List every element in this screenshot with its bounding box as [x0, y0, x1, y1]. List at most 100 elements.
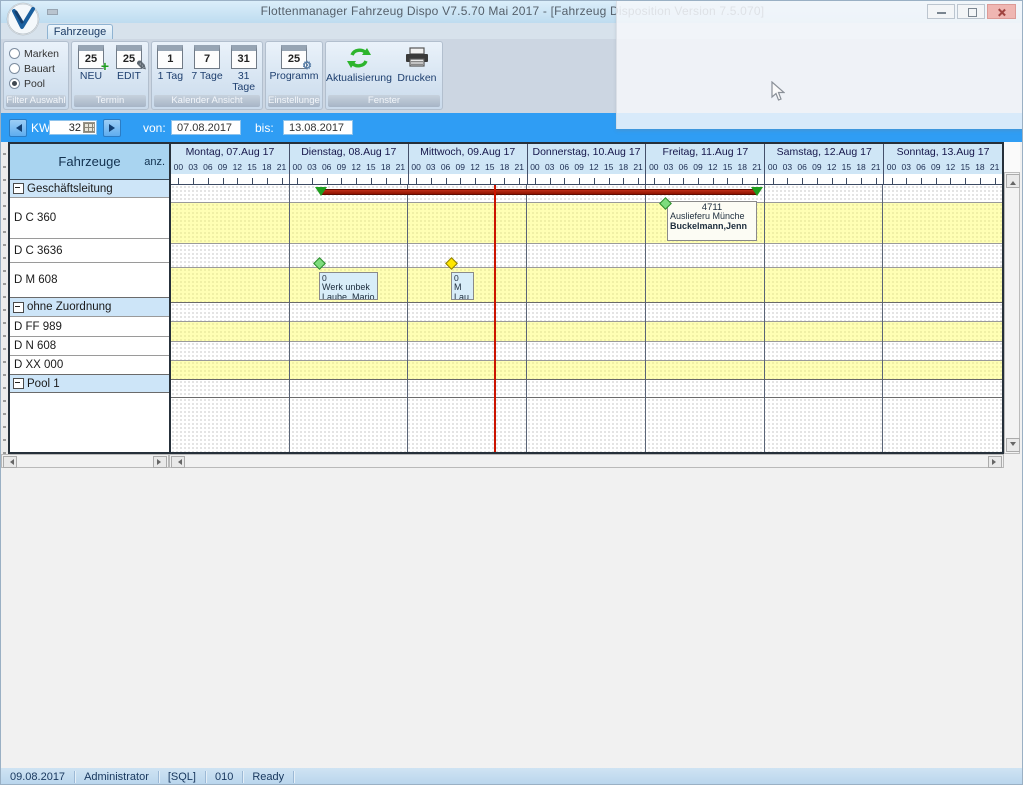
drucken-button[interactable]: Drucken	[392, 45, 442, 84]
hour-label: 06	[914, 161, 929, 174]
maximize-button[interactable]	[957, 4, 985, 19]
collapse-icon[interactable]	[13, 302, 24, 313]
tick-marks	[290, 174, 409, 184]
day-gridline	[407, 185, 408, 452]
timeline-row-d-ff-989[interactable]	[171, 321, 1002, 341]
next-week-button[interactable]	[103, 119, 121, 137]
minimize-button[interactable]	[927, 4, 955, 19]
calendar-gear-badge: 25	[288, 53, 300, 65]
tick-icon	[393, 174, 408, 184]
timeline-row-d-c-360[interactable]	[171, 202, 1002, 243]
tick-row	[171, 174, 1002, 184]
hour-label: 18	[259, 161, 274, 174]
group-row-pool-1[interactable]: Pool 1	[10, 374, 169, 392]
day-header-donnerstag-10-aug-17: Donnerstag, 10.Aug 17	[528, 144, 647, 161]
collapse-icon[interactable]	[13, 378, 24, 389]
scroll-down-button[interactable]	[1006, 438, 1020, 452]
neu-button[interactable]: 25 + NEU	[72, 45, 110, 82]
app-logo-icon[interactable]	[6, 2, 40, 36]
date-to-input[interactable]: 13.08.2017	[283, 120, 353, 135]
vehicle-row-d-ff-989[interactable]: D FF 989	[10, 316, 169, 336]
tick-icon	[245, 174, 260, 184]
row-label: D C 360	[14, 212, 56, 224]
group-row-ohne-zuordnung[interactable]: ohne Zuordnung	[10, 297, 169, 316]
programm-button[interactable]: 25 ⚙ Programm	[266, 45, 322, 82]
vehicle-row-d-c-3636[interactable]: D C 3636	[10, 238, 169, 262]
tick-icon	[557, 174, 572, 184]
drucken-label: Drucken	[392, 73, 442, 84]
hour-label: 18	[735, 161, 750, 174]
previous-week-button[interactable]	[9, 119, 27, 137]
vehicle-row-d-xx-000[interactable]: D XX 000	[10, 355, 169, 374]
row-label: D C 3636	[14, 245, 63, 257]
calendar-7-icon: 7	[194, 45, 220, 69]
view-7-tage-button[interactable]: 7 7 Tage	[189, 45, 226, 93]
tick-icon	[616, 174, 631, 184]
timeline-row-d-xx-000[interactable]	[171, 360, 1002, 379]
edit-button[interactable]: 25 ✎ EDIT	[110, 45, 148, 82]
view-1-tag-label: 1 Tag	[152, 71, 189, 82]
calendar-31-badge: 31	[238, 53, 250, 65]
radio-marken[interactable]: Marken	[9, 46, 59, 61]
kw-calendar-button[interactable]	[83, 122, 95, 133]
group-label-termin: Termin	[74, 95, 146, 107]
timeline-row-pool-1[interactable]	[171, 379, 1002, 397]
hour-label: 12	[230, 161, 245, 174]
tab-fahrzeuge[interactable]: Fahrzeuge	[47, 24, 113, 40]
appointment-line3: Lau	[454, 292, 469, 301]
vehicle-row-d-m-608[interactable]: D M 608	[10, 262, 169, 297]
scroll-left-button[interactable]	[3, 456, 17, 468]
hour-label: 09	[215, 161, 230, 174]
group-row-gesch-ftsleitung[interactable]: Geschäftsleitung	[10, 180, 169, 197]
vehicle-row-d-n-608[interactable]: D N 608	[10, 336, 169, 355]
scroll-right-button[interactable]	[153, 456, 167, 468]
timeline-row-empty[interactable]	[171, 397, 1002, 452]
hour-label: 09	[691, 161, 706, 174]
resource-header-anz: anz.	[144, 156, 165, 168]
vehicle-row-d-c-360[interactable]: D C 360	[10, 197, 169, 238]
tick-icon	[720, 174, 735, 184]
mdi-child-menu-icon[interactable]	[47, 9, 58, 15]
radio-pool[interactable]: Pool	[9, 76, 59, 91]
hour-label: 03	[899, 161, 914, 174]
collapse-icon[interactable]	[13, 183, 24, 194]
tick-icon	[319, 174, 334, 184]
close-button[interactable]	[987, 4, 1016, 19]
view-1-tag-button[interactable]: 1 1 Tag	[152, 45, 189, 93]
resource-rows: Geschäftsleitung D C 360 D C 3636 D M 608oh…	[10, 180, 169, 452]
hour-label: 03	[186, 161, 201, 174]
calendar-new-icon: 25 +	[78, 45, 104, 69]
hour-label: 21	[987, 161, 1002, 174]
scroll-left-button[interactable]	[171, 456, 185, 468]
radio-bauart[interactable]: Bauart	[9, 61, 59, 76]
scroll-right-button[interactable]	[988, 456, 1002, 468]
timeline-row-ohne-zuordnung[interactable]	[171, 302, 1002, 321]
week-range-bar[interactable]	[321, 189, 757, 195]
hour-labels: 0003060912151821	[528, 161, 647, 174]
hour-label: 06	[319, 161, 334, 174]
appointment-0-werk-unbek[interactable]: 0Werk unbekLaube, Mario	[319, 272, 378, 300]
appointment-0-m[interactable]: 0MLau	[451, 272, 474, 300]
resource-hscrollbar[interactable]	[1, 454, 169, 468]
hour-label: 15	[245, 161, 260, 174]
hour-label: 15	[958, 161, 973, 174]
tick-icon	[810, 174, 825, 184]
timeline-hscrollbar[interactable]	[169, 454, 1004, 468]
date-from-input[interactable]: 07.08.2017	[171, 120, 241, 135]
timeline-row-d-n-608[interactable]	[171, 341, 1002, 360]
kw-input[interactable]: 32	[49, 120, 97, 135]
hour-label: 12	[587, 161, 602, 174]
scroll-up-button[interactable]	[1006, 174, 1020, 188]
timeline-vscrollbar[interactable]	[1004, 172, 1020, 454]
timeline-row-d-m-608[interactable]	[171, 267, 1002, 302]
timeline-row-d-c-3636[interactable]	[171, 243, 1002, 267]
calendar-edit-icon: 25 ✎	[116, 45, 142, 69]
aktualisierung-button[interactable]: Aktualisierung	[326, 45, 392, 84]
hour-label: 18	[497, 161, 512, 174]
tick-icon	[305, 174, 320, 184]
view-31-tage-button[interactable]: 31 31 Tage	[225, 45, 262, 93]
scrollbar-corner	[1004, 142, 1020, 172]
overlapping-window	[616, 1, 1023, 129]
appointment-line2: Auslieferu Münche	[670, 211, 745, 221]
appointment-4711-auslieferu-m-nche[interactable]: 4711Auslieferu MüncheBuckelmann,Jenn	[667, 201, 757, 241]
